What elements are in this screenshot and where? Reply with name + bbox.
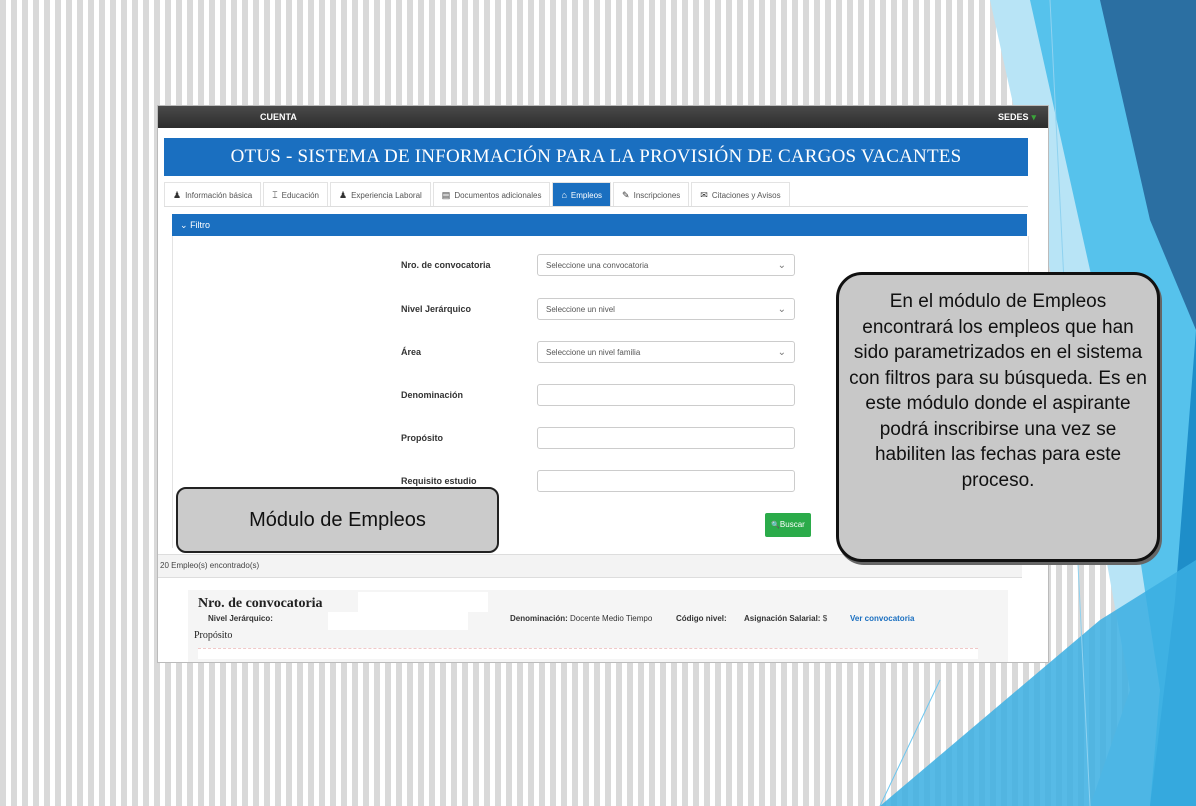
result-card: Nro. de convocatoria Nivel Jerárquico: D…	[188, 590, 1008, 662]
asignacion-label: Asignación Salarial:	[744, 614, 821, 623]
select-value: Seleccione un nivel familia	[546, 348, 641, 357]
proposito-input[interactable]	[537, 427, 795, 449]
filter-row-nivel: Nivel Jerárquico Seleccione un nivel ⌄	[401, 298, 821, 322]
envelope-icon: ✉	[700, 190, 708, 200]
divider	[198, 648, 978, 659]
asignacion-value: $	[822, 614, 828, 623]
tab-citaciones-avisos[interactable]: ✉ Citaciones y Avisos	[691, 182, 790, 206]
filter-row-denominacion: Denominación	[401, 384, 821, 408]
graduation-icon: ⌶	[272, 190, 278, 200]
search-icon: 🔍	[771, 522, 780, 529]
select-value: Seleccione una convocatoria	[546, 261, 649, 270]
nivel-label: Nivel Jerárquico:	[208, 614, 273, 623]
tab-label: Experiencia Laboral	[351, 191, 422, 200]
tab-experiencia-laboral[interactable]: ♟ Experiencia Laboral	[330, 182, 431, 206]
chevron-down-icon: ⌄	[180, 220, 188, 230]
tab-label: Documentos adicionales	[454, 191, 542, 200]
tab-educacion[interactable]: ⌶ Educación	[263, 182, 328, 206]
app-title-banner: OTUS - SISTEMA DE INFORMACIÓN PARA LA PR…	[164, 138, 1028, 176]
redacted-field	[328, 612, 468, 630]
convocatoria-select[interactable]: Seleccione una convocatoria ⌄	[537, 254, 795, 276]
denominacion-label: Denominación:	[510, 614, 568, 623]
filter-row-area: Área Seleccione un nivel familia ⌄	[401, 341, 821, 365]
search-button-label: Buscar	[779, 520, 805, 529]
tab-documentos-adicionales[interactable]: ▤ Documentos adicionales	[432, 182, 551, 206]
tab-label: Información básica	[185, 191, 253, 200]
field-label: Área	[401, 347, 422, 357]
tab-label: Empleos	[570, 191, 603, 200]
requisito-estudio-input[interactable]	[537, 470, 795, 492]
nivel-select[interactable]: Seleccione un nivel ⌄	[537, 298, 795, 320]
field-label: Nivel Jerárquico	[401, 304, 472, 314]
document-icon: ▤	[441, 190, 451, 200]
redacted-field	[358, 592, 488, 612]
callout-description: En el módulo de Empleos encontrará los e…	[836, 272, 1160, 562]
select-value: Seleccione un nivel	[546, 305, 615, 314]
callout-modulo-empleos: Módulo de Empleos	[176, 487, 499, 553]
tab-empleos[interactable]: ⌂ Empleos	[552, 182, 612, 206]
chevron-down-icon: ⌄	[777, 304, 786, 315]
chevron-down-icon: ⌄	[777, 260, 786, 271]
tab-inscripciones[interactable]: ✎ Inscripciones	[613, 182, 690, 206]
filter-row-convocatoria: Nro. de convocatoria Seleccione una conv…	[401, 254, 821, 278]
account-menu[interactable]: CUENTA	[260, 112, 297, 122]
field-label: Denominación	[401, 390, 464, 400]
pencil-icon: ✎	[622, 190, 630, 200]
filter-title: Filtro	[190, 220, 211, 230]
person-icon: ♟	[173, 190, 182, 200]
chevron-down-icon: ⌄	[777, 347, 786, 358]
filter-panel-header[interactable]: ⌄ Filtro	[172, 214, 1027, 236]
building-icon: ⌂	[561, 190, 567, 200]
sedes-menu[interactable]: SEDES ▾	[998, 112, 1036, 123]
area-select[interactable]: Seleccione un nivel familia ⌄	[537, 341, 795, 363]
sedes-label: SEDES	[997, 112, 1029, 122]
field-label: Nro. de convocatoria	[401, 260, 491, 270]
tab-label: Citaciones y Avisos	[711, 191, 781, 200]
filter-row-proposito: Propósito	[401, 427, 821, 451]
search-button[interactable]: 🔍Buscar	[765, 513, 811, 537]
tab-label: Educación	[281, 191, 319, 200]
codigo-nivel-label: Código nivel:	[676, 614, 727, 623]
users-icon: ♟	[339, 190, 348, 200]
chevron-down-icon: ▾	[1031, 112, 1036, 122]
field-label: Propósito	[401, 433, 443, 443]
ver-convocatoria-link[interactable]: Ver convocatoria	[850, 614, 914, 623]
proposito-label: Propósito	[194, 630, 233, 641]
convocatoria-heading: Nro. de convocatoria	[198, 596, 323, 611]
module-tabs: ♟ Información básica ⌶ Educación ♟ Experien…	[164, 182, 1028, 207]
denominacion-input[interactable]	[537, 384, 795, 406]
top-navbar: CUENTA SEDES ▾	[158, 106, 1048, 128]
denominacion-value: Docente Medio Tiempo	[570, 614, 653, 623]
asignacion-info: Asignación Salarial: $	[744, 614, 827, 623]
field-label: Requisito estudio	[401, 476, 477, 486]
tab-informacion-basica[interactable]: ♟ Información básica	[164, 182, 262, 206]
denominacion-info: Denominación: Docente Medio Tiempo	[510, 614, 652, 623]
tab-label: Inscripciones	[633, 191, 681, 200]
